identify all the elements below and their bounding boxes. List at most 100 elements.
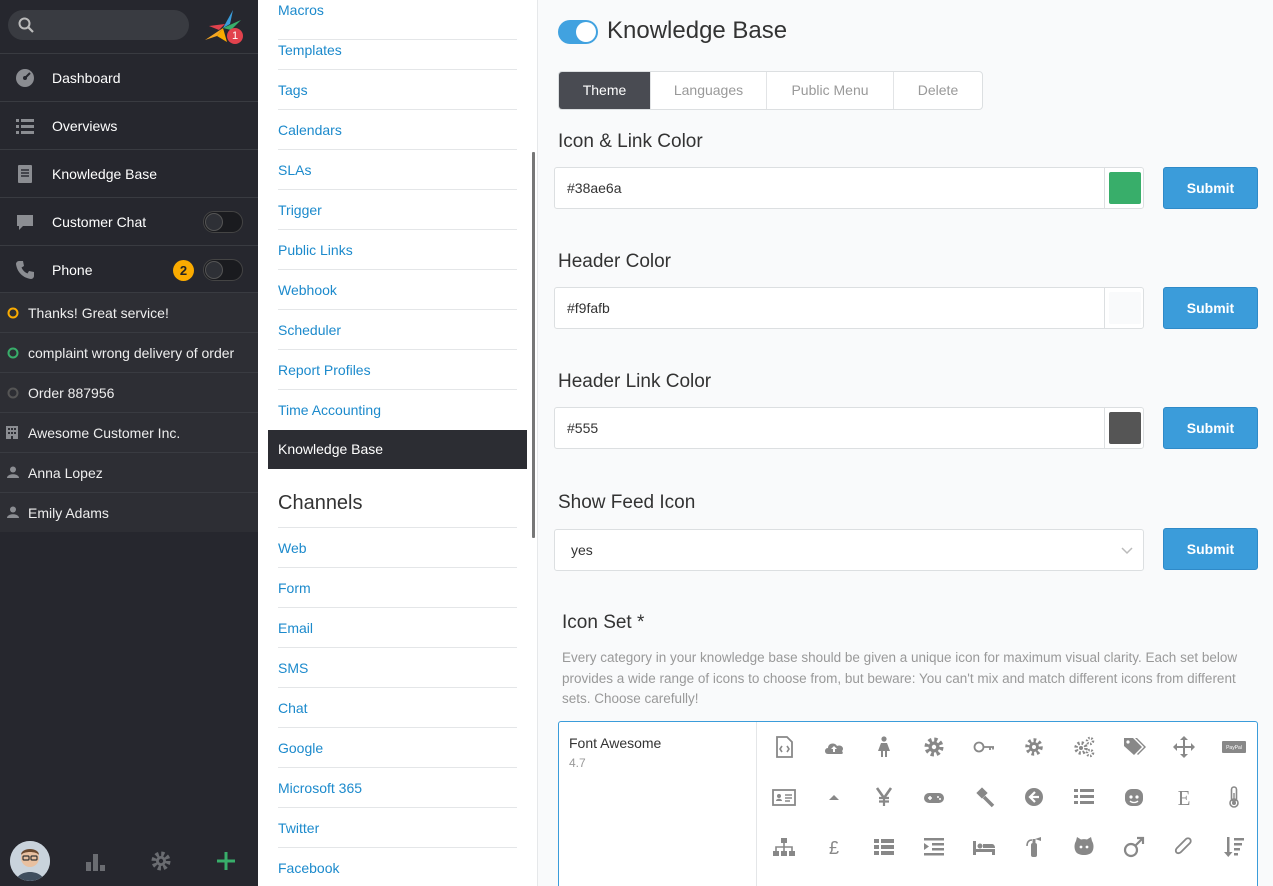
gear-icon[interactable] xyxy=(922,735,946,759)
task-item[interactable]: Anna Lopez xyxy=(0,452,258,492)
menu-link-microsoft-365[interactable]: Microsoft 365 xyxy=(278,768,517,808)
menu-link-trigger[interactable]: Trigger xyxy=(278,190,517,230)
yen-icon[interactable] xyxy=(872,785,896,809)
color-picker[interactable] xyxy=(1104,168,1144,208)
th-list-icon[interactable] xyxy=(872,835,896,859)
paypal-icon[interactable]: PayPal xyxy=(1222,735,1246,759)
key-icon[interactable] xyxy=(972,735,996,759)
user-icon xyxy=(7,466,19,478)
id-card-icon[interactable] xyxy=(772,785,796,809)
bed-icon[interactable] xyxy=(972,835,996,859)
submit-button[interactable]: Submit xyxy=(1163,287,1258,329)
task-item[interactable]: Order 887956 xyxy=(0,372,258,412)
task-label: Thanks! Great service! xyxy=(28,305,169,321)
avatar[interactable] xyxy=(10,841,50,881)
menu-link-public-links[interactable]: Public Links xyxy=(278,230,517,270)
show-feed-icon-select[interactable]: yes xyxy=(554,529,1144,571)
menu-link-time-accounting[interactable]: Time Accounting xyxy=(278,390,517,430)
chat-toggle[interactable] xyxy=(203,211,243,233)
knowledge-base-toggle[interactable] xyxy=(558,20,598,44)
tab-delete[interactable]: Delete xyxy=(893,72,982,109)
menu-link-twitter[interactable]: Twitter xyxy=(278,808,517,848)
caret-up-icon[interactable] xyxy=(822,785,846,809)
phone-toggle[interactable] xyxy=(203,259,243,281)
cogs-icon[interactable] xyxy=(1072,735,1096,759)
task-item[interactable]: Emily Adams xyxy=(0,492,258,532)
github-icon[interactable] xyxy=(1072,835,1096,859)
icon-link-color-input[interactable]: #38ae6a xyxy=(554,167,1144,209)
header-link-color-input[interactable]: #555 xyxy=(554,407,1144,449)
menu-link-scheduler[interactable]: Scheduler xyxy=(278,310,517,350)
nav-label: Phone xyxy=(52,262,93,278)
tags-icon[interactable] xyxy=(1122,735,1146,759)
tab-public-menu[interactable]: Public Menu xyxy=(766,72,893,109)
submit-button[interactable]: Submit xyxy=(1163,407,1258,449)
thermometer-icon[interactable] xyxy=(1222,785,1246,809)
menu-scrollbar[interactable] xyxy=(532,152,535,538)
menu-link-email[interactable]: Email xyxy=(278,608,517,648)
tab-theme[interactable]: Theme xyxy=(559,72,650,109)
notification-badge[interactable]: 1 xyxy=(227,28,243,44)
menu-link-slas[interactable]: SLAs xyxy=(278,150,517,190)
submit-button[interactable]: Submit xyxy=(1163,528,1258,570)
phone-badge: 2 xyxy=(173,260,194,281)
menu-link-google[interactable]: Google xyxy=(278,728,517,768)
settings-gear-icon[interactable] xyxy=(150,850,172,872)
plus-icon[interactable] xyxy=(215,850,237,872)
gamepad-icon[interactable] xyxy=(922,785,946,809)
reddit-icon[interactable] xyxy=(1122,785,1146,809)
cog-icon[interactable] xyxy=(1022,735,1046,759)
tab-languages[interactable]: Languages xyxy=(650,72,766,109)
menu-link-web[interactable]: Web xyxy=(278,527,517,568)
menu-link-knowledge-base[interactable]: Knowledge Base xyxy=(268,430,527,469)
gbp-icon[interactable]: £ xyxy=(822,835,846,859)
nav-dashboard[interactable]: Dashboard xyxy=(0,53,258,101)
color-picker[interactable] xyxy=(1104,408,1144,448)
menu-link-sms[interactable]: SMS xyxy=(278,648,517,688)
nav-label: Knowledge Base xyxy=(52,166,158,182)
menu-link-tags[interactable]: Tags xyxy=(278,70,517,110)
list-icon[interactable] xyxy=(1072,785,1096,809)
menu-link-templates[interactable]: Templates xyxy=(278,30,517,70)
nav-knowledge-base[interactable]: Knowledge Base xyxy=(0,149,258,197)
sort-amount-icon[interactable] xyxy=(1222,835,1246,859)
icon-set-option[interactable]: Font Awesome 4.7 xyxy=(559,722,757,886)
nav-overviews[interactable]: Overviews xyxy=(0,101,258,149)
header-color-label: Header Color xyxy=(558,251,671,272)
menu-link-report-profiles[interactable]: Report Profiles xyxy=(278,350,517,390)
nav-customer-chat[interactable]: Customer Chat xyxy=(0,197,258,245)
search-field[interactable] xyxy=(8,10,189,40)
menu-link-form[interactable]: Form xyxy=(278,568,517,608)
female-icon[interactable] xyxy=(872,735,896,759)
etsy-icon[interactable]: E xyxy=(1172,785,1196,810)
menu-link-calendars[interactable]: Calendars xyxy=(278,110,517,150)
nav-label: Customer Chat xyxy=(52,214,147,230)
task-label: Awesome Customer Inc. xyxy=(28,425,181,441)
cloud-upload-icon[interactable] xyxy=(822,735,846,759)
color-picker[interactable] xyxy=(1104,288,1144,328)
task-item[interactable]: Awesome Customer Inc. xyxy=(0,412,258,452)
gavel-icon[interactable] xyxy=(972,785,996,809)
sitemap-icon[interactable] xyxy=(772,835,796,859)
paperclip-icon[interactable] xyxy=(1172,835,1196,859)
organization-icon xyxy=(6,426,18,439)
search-input[interactable] xyxy=(40,10,185,40)
submit-button[interactable]: Submit xyxy=(1163,167,1258,209)
arrows-icon[interactable] xyxy=(1172,735,1196,759)
task-item[interactable]: Thanks! Great service! xyxy=(0,292,258,332)
task-item[interactable]: complaint wrong delivery of order xyxy=(0,332,258,372)
fire-extinguisher-icon[interactable] xyxy=(1022,835,1046,859)
menu-link-webhook[interactable]: Webhook xyxy=(278,270,517,310)
icon-set-version: 4.7 xyxy=(569,756,586,770)
mars-icon[interactable] xyxy=(1122,835,1146,859)
header-color-input[interactable]: #f9fafb xyxy=(554,287,1144,329)
arrow-circle-left-icon[interactable] xyxy=(1022,785,1046,809)
indent-icon[interactable] xyxy=(922,835,946,859)
icon-set-picker[interactable]: Font Awesome 4.7 PayPal E £ xyxy=(558,721,1258,886)
reporting-icon[interactable] xyxy=(84,850,106,872)
main-content: Knowledge Base Theme Languages Public Me… xyxy=(538,0,1273,886)
file-code-icon[interactable] xyxy=(772,735,796,759)
menu-link-chat[interactable]: Chat xyxy=(278,688,517,728)
nav-phone[interactable]: Phone 2 xyxy=(0,245,258,293)
menu-link-facebook[interactable]: Facebook xyxy=(278,848,517,886)
